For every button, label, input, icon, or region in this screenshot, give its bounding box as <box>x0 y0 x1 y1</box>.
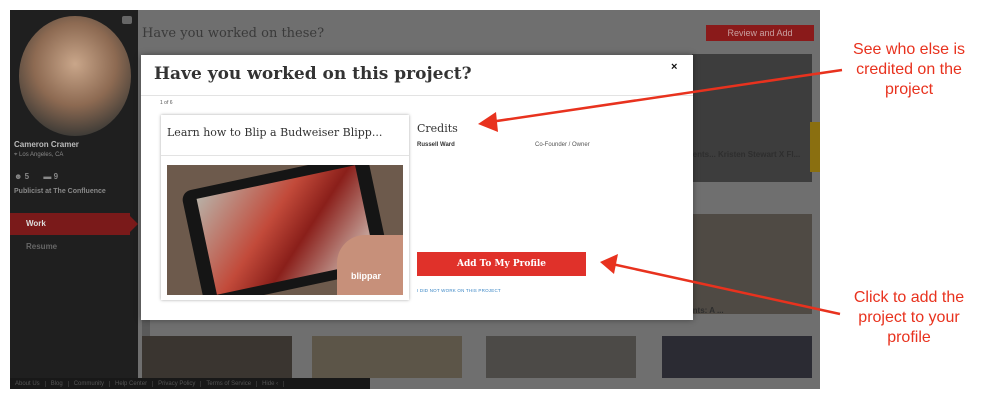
annotation-line: project <box>884 81 934 98</box>
annotation-credits-note: See who else is credited on the project <box>829 40 989 100</box>
annotation-line: Click to add the <box>853 289 965 306</box>
arrowhead-add <box>600 254 618 274</box>
annotated-screenshot: Cameron Cramer ⌖ Los Angeles, CA ☻ 5 ▬ 9… <box>0 0 1000 400</box>
arrow-to-credits <box>489 68 843 124</box>
arrow-to-add <box>611 262 841 316</box>
annotation-line: credited on the <box>856 61 962 78</box>
annotation-line: See who else is <box>852 41 966 58</box>
arrowhead-credits <box>478 112 498 132</box>
annotation-line: project to your <box>858 309 960 326</box>
annotation-add-note: Click to add the project to your profile <box>829 288 989 348</box>
annotation-line: profile <box>887 329 931 346</box>
